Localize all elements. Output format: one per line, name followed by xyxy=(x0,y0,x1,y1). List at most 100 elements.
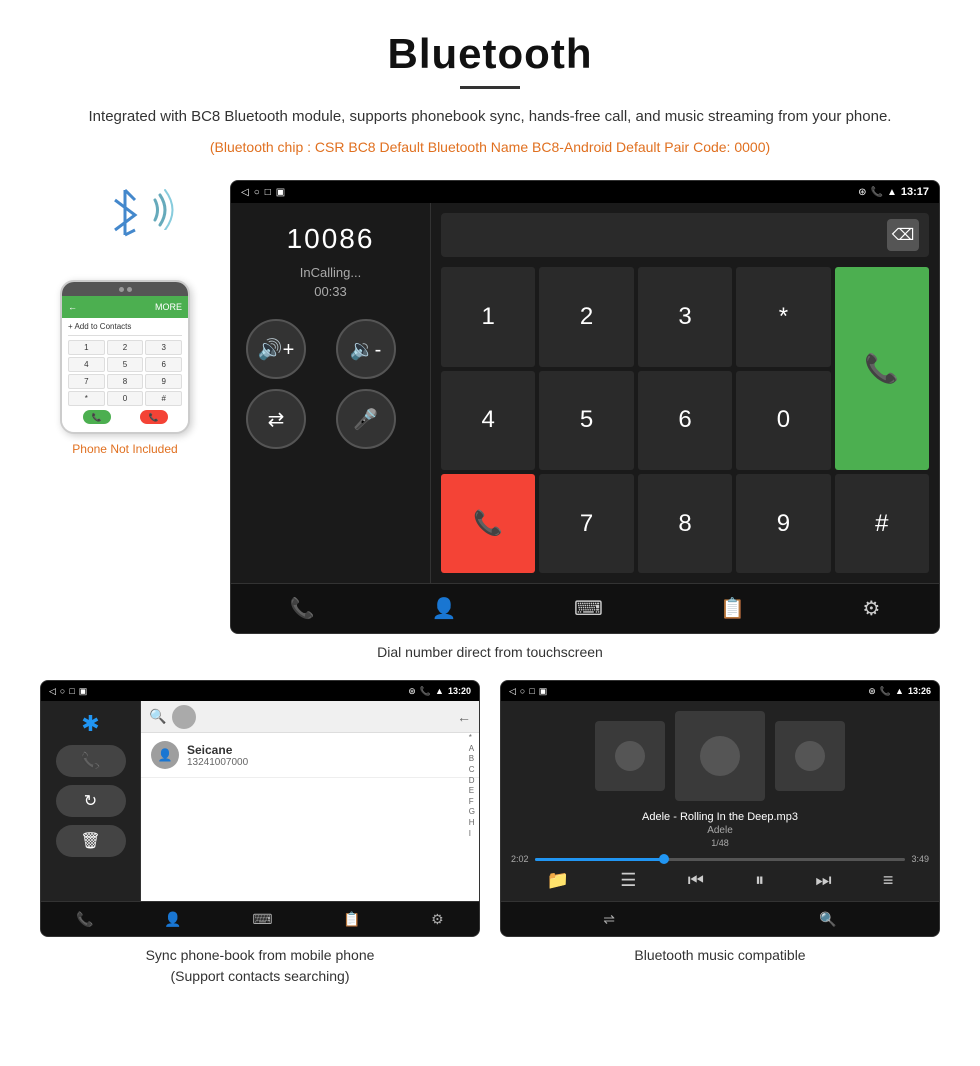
call-green-icon: 📞 xyxy=(864,352,899,385)
location-icon: ⊛ xyxy=(858,187,866,198)
dial-profile-icon[interactable]: 👤 xyxy=(432,596,457,621)
search-circle-icon xyxy=(172,705,196,729)
volume-down-button[interactable]: 🔉- xyxy=(336,319,396,379)
phone-key-hash[interactable]: # xyxy=(145,391,182,406)
phone-key-9[interactable]: 9 xyxy=(145,374,182,389)
dial-controls: 🔊+ 🔉- ⇄ 🎤 xyxy=(246,319,415,449)
album-art-right: ♪ xyxy=(775,721,845,791)
phone-key-0[interactable]: 0 xyxy=(107,391,144,406)
notification-icon: ▣ xyxy=(276,187,285,198)
numpad-key-5[interactable]: 5 xyxy=(539,371,633,470)
mute-button[interactable]: 🎤 xyxy=(336,389,396,449)
numpad-key-star[interactable]: * xyxy=(736,267,830,366)
description-main: Integrated with BC8 Bluetooth module, su… xyxy=(40,105,940,129)
music-nav-search-icon[interactable]: 🔍 xyxy=(819,911,836,928)
delete-sidebar-icon: 🗑 xyxy=(80,831,100,851)
music-play-pause-button[interactable]: ⏸ xyxy=(755,870,764,891)
search-icon: 🔍 xyxy=(149,708,166,725)
title-underline xyxy=(460,86,520,89)
numpad-key-hash[interactable]: # xyxy=(835,474,929,573)
music-playlist-icon[interactable]: ☰ xyxy=(620,870,636,891)
call-red-button[interactable]: 📞 xyxy=(441,474,535,573)
numpad-key-6[interactable]: 6 xyxy=(638,371,732,470)
album-circle-left xyxy=(615,741,645,771)
phone-key-5[interactable]: 5 xyxy=(107,357,144,372)
phone-body: + Add to Contacts 1 2 3 4 5 6 7 8 9 * 0 xyxy=(62,318,188,432)
alpha-index: * A B C D E F G H I xyxy=(469,733,475,838)
contacts-signal-icon: ⊛ xyxy=(408,686,416,697)
contacts-home-icon: ○ xyxy=(60,686,65,697)
album-art-center: ♪ xyxy=(675,711,765,801)
phone-back-btn: ← xyxy=(68,302,77,312)
mute-icon: 🎤 xyxy=(353,407,378,432)
contact-info: Seicane 13241007000 xyxy=(187,743,469,768)
status-time: 13:17 xyxy=(901,186,929,198)
contacts-nav-history-icon[interactable]: 📋 xyxy=(343,911,360,928)
contacts-nav-profile-icon[interactable]: 👤 xyxy=(164,911,181,928)
numpad-key-0[interactable]: 0 xyxy=(736,371,830,470)
contacts-screenshot-wrapper: ◁ ○ □ ▣ ⊛ 📞 ▲ 13:20 ✱ xyxy=(40,680,480,987)
numpad-key-7[interactable]: 7 xyxy=(539,474,633,573)
music-equalizer-icon[interactable]: ≡ xyxy=(883,870,894,891)
phone-end-button[interactable]: 📞 xyxy=(140,410,168,424)
music-progress-track[interactable] xyxy=(535,858,906,861)
dial-keypad-icon[interactable]: ⌨ xyxy=(574,596,603,621)
phone-keypad: 1 2 3 4 5 6 7 8 9 * 0 # xyxy=(68,340,182,406)
contacts-main: 🔍 ← 👤 Seicane 13241007000 xyxy=(141,701,479,901)
music-prev-button[interactable]: ⏮ xyxy=(688,870,704,891)
status-right: ⊛ 📞 ▲ 13:17 xyxy=(858,186,929,198)
phone-more-btn: MORE xyxy=(155,302,182,312)
numpad-key-2[interactable]: 2 xyxy=(539,267,633,366)
bottom-screenshots: ◁ ○ □ ▣ ⊛ 📞 ▲ 13:20 ✱ xyxy=(40,680,940,987)
contacts-nav-bar: 📞 👤 ⌨ 📋 ⚙ xyxy=(41,901,479,936)
phone-key-7[interactable]: 7 xyxy=(68,374,105,389)
recent-nav-icon: □ xyxy=(265,187,271,198)
volume-up-button[interactable]: 🔊+ xyxy=(246,319,306,379)
music-screen: ◁ ○ □ ▣ ⊛ 📞 ▲ 13:26 xyxy=(500,680,940,937)
phone-key-6[interactable]: 6 xyxy=(145,357,182,372)
contacts-back-icon: ◁ xyxy=(49,686,56,697)
phone-call-button[interactable]: 📞 xyxy=(83,410,111,424)
contacts-notif-icon: ▣ xyxy=(79,686,88,697)
transfer-button[interactable]: ⇄ xyxy=(246,389,306,449)
numpad-key-8[interactable]: 8 xyxy=(638,474,732,573)
music-info: Adele - Rolling In the Deep.mp3 Adele 1/… xyxy=(642,811,798,848)
phone-key-4[interactable]: 4 xyxy=(68,357,105,372)
call-sidebar-button[interactable]: 📞 xyxy=(56,745,126,777)
dial-right-panel: ⌫ 1 2 3 * 📞 4 5 6 0 xyxy=(431,203,939,583)
call-green-button[interactable]: 📞 xyxy=(835,267,929,470)
phone-key-3[interactable]: 3 xyxy=(145,340,182,355)
album-circle-center xyxy=(700,736,740,776)
contact-list-item[interactable]: 👤 Seicane 13241007000 xyxy=(141,733,479,778)
music-next-button[interactable]: ⏭ xyxy=(815,870,831,891)
sync-sidebar-button[interactable]: ↻ xyxy=(56,785,126,817)
numpad-key-3[interactable]: 3 xyxy=(638,267,732,366)
delete-sidebar-button[interactable]: 🗑 xyxy=(56,825,126,857)
album-circle-right xyxy=(795,741,825,771)
phone-key-1[interactable]: 1 xyxy=(68,340,105,355)
phone-column: ← MORE + Add to Contacts 1 2 3 4 5 6 7 8 xyxy=(40,180,210,456)
backspace-button[interactable]: ⌫ xyxy=(887,219,919,251)
contacts-search-bar: 🔍 ← xyxy=(141,701,479,733)
numpad-key-9[interactable]: 9 xyxy=(736,474,830,573)
contacts-nav-phone-icon[interactable]: 📞 xyxy=(76,911,93,928)
dial-left-panel: 10086 InCalling... 00:33 🔊+ 🔉- ⇄ xyxy=(231,203,431,583)
dial-input-row: ⌫ xyxy=(441,213,929,257)
contacts-nav-settings-icon[interactable]: ⚙ xyxy=(431,911,444,928)
phone-key-2[interactable]: 2 xyxy=(107,340,144,355)
contact-number: 13241007000 xyxy=(187,757,469,768)
contacts-wifi-icon: ▲ xyxy=(435,686,444,696)
dial-history-icon[interactable]: 📋 xyxy=(720,596,745,621)
music-nav-shuffle-icon[interactable]: ⇌ xyxy=(603,911,615,928)
contacts-nav-keypad-icon[interactable]: ⌨ xyxy=(252,911,272,928)
music-folder-icon[interactable]: 📁 xyxy=(547,870,569,891)
music-body: ♪ ♪ ♪ Adele - Rolling In the Dee xyxy=(501,701,939,901)
numpad-key-1[interactable]: 1 xyxy=(441,267,535,366)
numpad-key-4[interactable]: 4 xyxy=(441,371,535,470)
dial-contacts-icon[interactable]: 📞 xyxy=(290,596,315,621)
phone-key-8[interactable]: 8 xyxy=(107,374,144,389)
dial-screen: ◁ ○ □ ▣ ⊛ 📞 ▲ 13:17 10086 InCalling... xyxy=(230,180,940,634)
phone-key-star[interactable]: * xyxy=(68,391,105,406)
contacts-status-bar: ◁ ○ □ ▣ ⊛ 📞 ▲ 13:20 xyxy=(41,681,479,701)
dial-settings-icon[interactable]: ⚙ xyxy=(862,596,880,621)
